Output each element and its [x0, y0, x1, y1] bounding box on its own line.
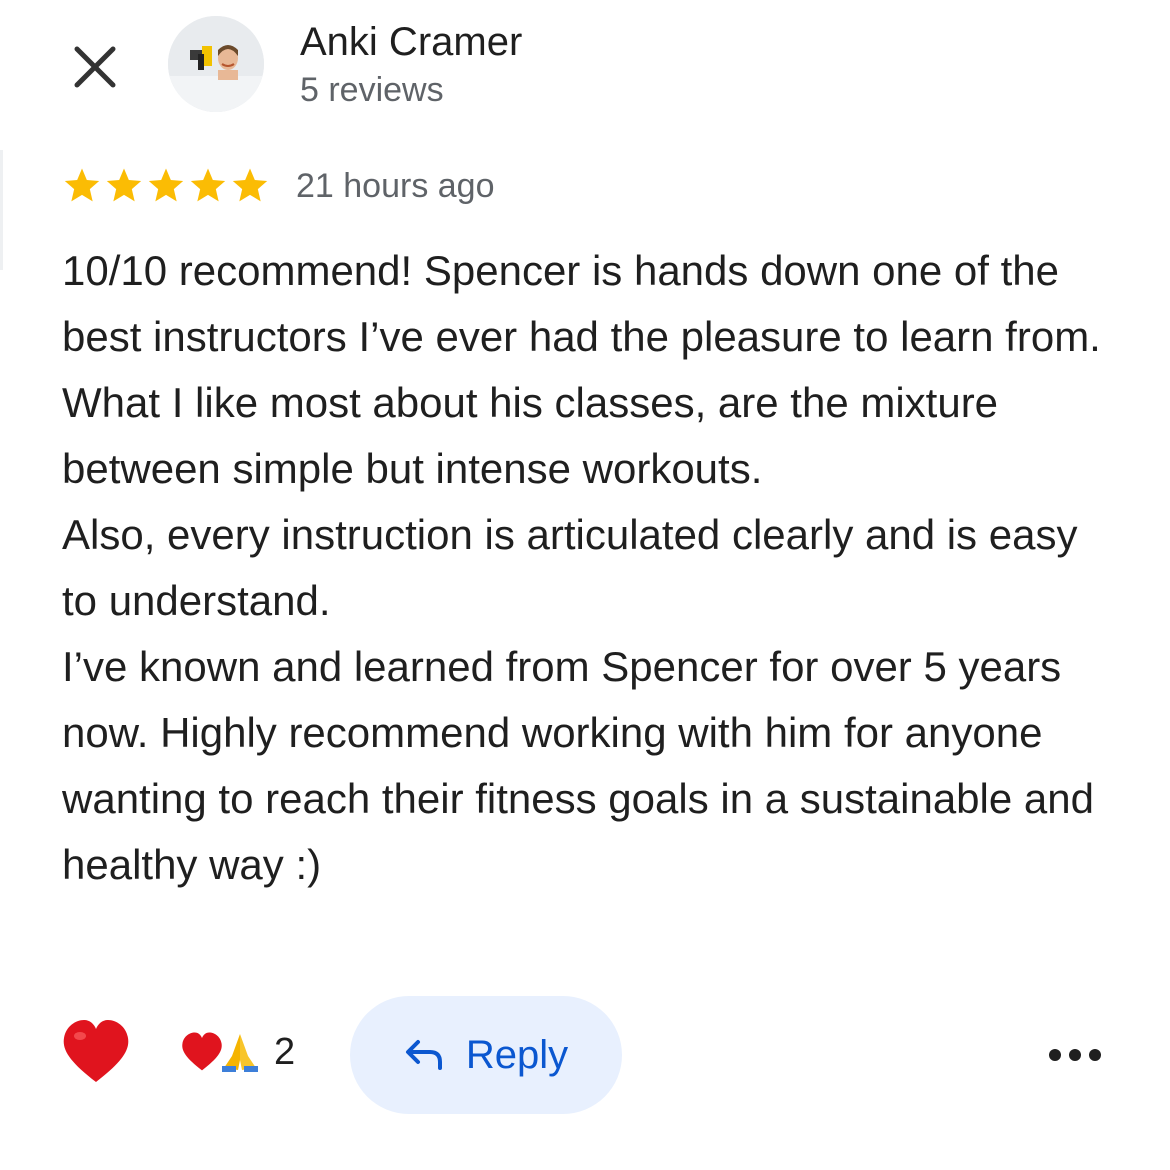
close-button[interactable] — [60, 32, 130, 102]
reply-button[interactable]: Reply — [350, 996, 622, 1114]
star-icon — [232, 168, 268, 202]
star-icon — [64, 168, 100, 202]
review-paragraph: Also, every instruction is articulated c… — [62, 511, 1078, 624]
close-icon — [74, 46, 116, 88]
reactions-summary[interactable]: 2 — [180, 1030, 295, 1074]
reply-arrow-icon — [405, 1040, 442, 1070]
review-detail-page: Anki Cramer 5 reviews 21 hours ago 10/10… — [0, 0, 1170, 1170]
star-rating — [62, 166, 270, 206]
star-icon — [148, 168, 184, 202]
avatar[interactable] — [168, 16, 264, 112]
more-options-button[interactable] — [1040, 1030, 1110, 1080]
review-body: 10/10 recommend! Spencer is hands down o… — [62, 238, 1122, 898]
star-icon — [190, 168, 226, 202]
review-count: 5 reviews — [300, 71, 444, 109]
review-paragraph: I’ve known and learned from Spencer for … — [62, 643, 1094, 888]
folded-hands-icon — [222, 1034, 258, 1072]
reaction-count: 2 — [274, 1030, 296, 1073]
more-options-icon — [1049, 1049, 1101, 1061]
reply-label: Reply — [465, 1032, 569, 1077]
review-paragraph: 10/10 recommend! Spencer is hands down o… — [62, 247, 1101, 492]
like-button[interactable] — [60, 1016, 132, 1088]
review-timestamp: 21 hours ago — [296, 167, 495, 205]
edge-divider — [0, 150, 3, 270]
heart-icon — [63, 1020, 129, 1082]
author-name[interactable]: Anki Cramer — [300, 16, 522, 68]
star-icon — [106, 168, 142, 202]
